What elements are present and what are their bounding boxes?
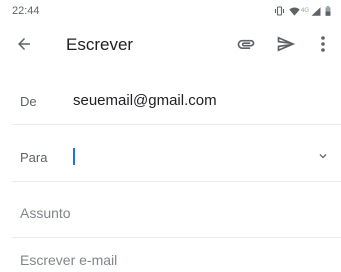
back-button[interactable] [12,34,36,58]
more-vert-icon [320,35,326,58]
divider [12,237,341,238]
divider [12,181,341,182]
status-time: 22:44 [12,5,40,17]
network-type-label: 4G [300,8,309,14]
arrow-back-icon [15,35,33,58]
to-field[interactable] [68,142,320,172]
divider [12,124,341,125]
more-options-button[interactable] [313,34,333,58]
page-title: Escrever [66,35,134,54]
from-account-value[interactable]: seuemail@gmail.com [73,92,217,109]
attach-icon [236,34,256,59]
from-row: De seuemail@gmail.com [0,82,341,122]
expand-recipients-button[interactable] [311,146,335,170]
send-icon [276,34,296,59]
subject-row [0,192,341,236]
from-label: De [20,94,37,109]
battery-icon [325,6,331,16]
status-icons: 4G [274,6,331,16]
vibrate-icon [274,6,285,16]
subject-field[interactable] [14,198,336,228]
email-body-field[interactable] [14,248,336,272]
chevron-down-icon [316,149,330,168]
body-row [0,248,341,272]
to-label: Para [20,150,48,165]
signal-icon [311,6,321,16]
to-row: Para [0,136,341,180]
attach-button[interactable] [234,34,258,58]
wifi-icon [289,7,300,16]
status-bar: 22:44 4G [0,0,341,22]
compose-toolbar: Escrever [0,22,341,70]
send-button[interactable] [274,34,298,58]
text-cursor [73,148,75,165]
